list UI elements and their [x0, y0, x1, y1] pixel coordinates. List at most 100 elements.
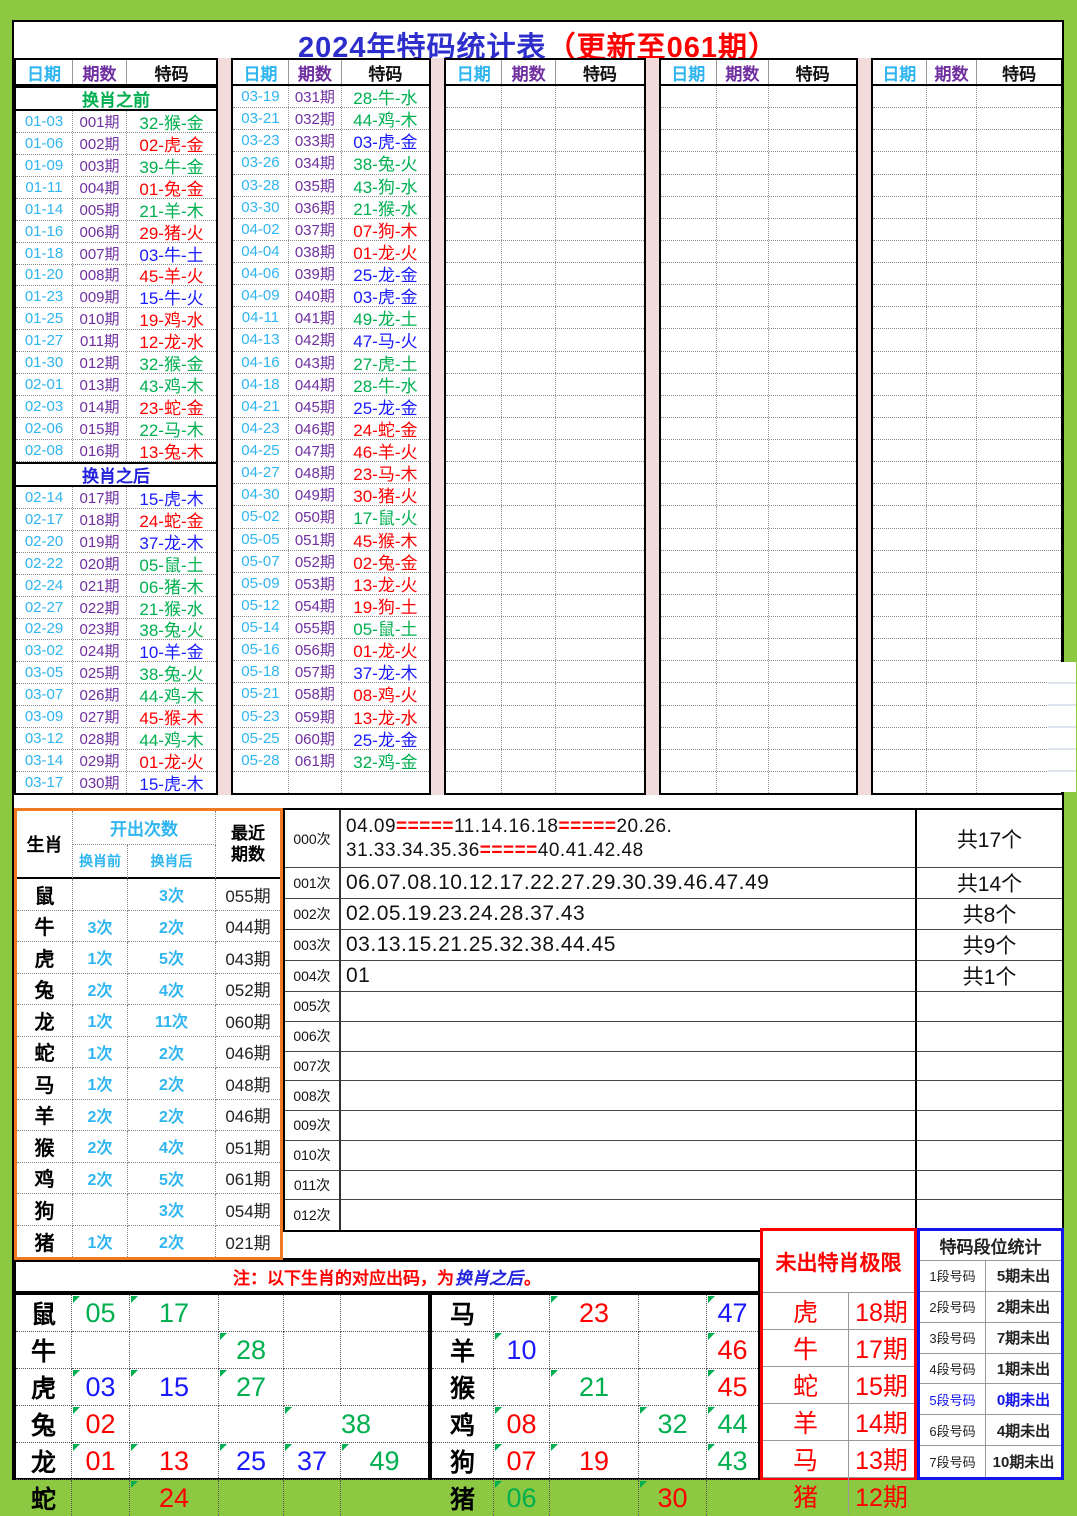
- zodiac-name: 牛: [16, 1332, 72, 1369]
- date-cell: [873, 374, 926, 395]
- code-cell: 25-龙-金: [340, 395, 429, 417]
- date-cell: 05-25: [241, 729, 280, 747]
- code-cell: 38-兔-火: [126, 618, 216, 640]
- code-cell: [554, 661, 644, 683]
- lottery-row: 02-29 023期 38-兔-火: [16, 618, 216, 641]
- lottery-row: 01-03 001期 32-猴-金: [16, 110, 216, 133]
- period-cell: 028期: [72, 728, 126, 750]
- date-cell: [873, 197, 926, 218]
- date-cell: [661, 506, 716, 527]
- lottery-row: 04-30 049期 30-猪-火: [233, 484, 429, 507]
- code-cell: 43-鸡-木: [126, 374, 216, 396]
- lottery-row: 02-01 013期 43-鸡-木: [16, 374, 216, 397]
- date-cell: 03-19: [241, 88, 280, 106]
- date-cell: [873, 241, 926, 262]
- empty-row: [446, 462, 644, 485]
- lottery-row: 03-07 026期 44-鸡-木: [16, 684, 216, 707]
- period-cell: 001期: [72, 110, 126, 132]
- period-cell: [925, 108, 977, 130]
- date-cell: [873, 329, 926, 350]
- frequency-count: 共1个: [917, 961, 1062, 992]
- code-cell: [976, 130, 1061, 152]
- code-cell: [976, 329, 1061, 351]
- number-cell: [494, 1369, 550, 1406]
- empty-row: [661, 440, 856, 463]
- period-cell: [715, 86, 769, 108]
- period-cell: 007期: [72, 242, 126, 264]
- period-cell: [501, 285, 554, 307]
- number-run: 03.13.15.21.25.32.38.44.45: [346, 933, 616, 957]
- empty-row: [661, 417, 856, 440]
- empty-row: [873, 240, 1061, 263]
- zodiac-name: 牛: [17, 910, 73, 942]
- period-cell: [925, 506, 977, 528]
- period-cell: 018期: [72, 508, 126, 530]
- period-cell: 008期: [72, 264, 126, 286]
- empty-row: [661, 617, 856, 640]
- period-cell: [925, 285, 977, 307]
- empty-row: [873, 749, 1061, 772]
- period-cell: [715, 749, 769, 771]
- number-cell: [72, 1480, 130, 1516]
- lottery-row: 03-28 035期 43-狗-水: [233, 174, 429, 197]
- code-cell: 21-猴-水: [126, 596, 216, 618]
- date-cell: [446, 661, 501, 682]
- number-cell: 46: [707, 1332, 758, 1369]
- period-cell: 039期: [287, 263, 341, 285]
- column-header-code: 特码: [340, 60, 429, 84]
- empty-row: [446, 263, 644, 286]
- date-cell: [661, 706, 716, 727]
- period-cell: [501, 218, 554, 240]
- zodiac-name: 蛇: [16, 1480, 72, 1516]
- date-cell: [873, 307, 926, 328]
- empty-row: [446, 395, 644, 418]
- period-cell: 059期: [287, 705, 341, 727]
- date-cell: 01-06: [24, 134, 64, 152]
- empty-row: [661, 528, 856, 551]
- code-cell: [554, 218, 644, 240]
- period-cell: 048期: [287, 462, 341, 484]
- code-cell: [768, 263, 856, 285]
- period-group: 日期 期数 特码: [659, 58, 858, 795]
- code-cell: [554, 240, 644, 262]
- empty-row: [873, 196, 1061, 219]
- frequency-label: 007次: [285, 1051, 341, 1082]
- zodiac-name: 鼠: [17, 879, 73, 911]
- number-run: 20.26.: [616, 816, 673, 838]
- period-cell: 043期: [287, 351, 341, 373]
- count-after-cell: 2次: [128, 1099, 216, 1131]
- date-cell: 03-07: [24, 686, 64, 704]
- lottery-row: 02-22 020期 05-鼠-土: [16, 552, 216, 575]
- number-cell: 06: [494, 1480, 550, 1516]
- date-cell: [446, 175, 501, 196]
- date-cell: [873, 175, 926, 196]
- code-cell: [768, 351, 856, 373]
- period-cell: 017期: [72, 486, 126, 508]
- code-cell: [768, 108, 856, 130]
- code-cell: 05-鼠-土: [126, 552, 216, 574]
- date-cell: 05-28: [241, 751, 280, 769]
- empty-row: [661, 661, 856, 684]
- date-cell: [661, 374, 716, 395]
- limit-zodiac: 羊: [763, 1404, 849, 1441]
- date-cell: [873, 551, 926, 572]
- period-cell: [501, 240, 554, 262]
- date-cell: 01-11: [25, 178, 63, 196]
- frequency-numbers: [341, 1200, 917, 1230]
- date-cell: [446, 639, 501, 660]
- date-cell: [446, 440, 501, 461]
- segment-value: 2期未出: [986, 1292, 1061, 1323]
- number-cell: [284, 1295, 341, 1332]
- number-cell: [707, 1480, 758, 1516]
- lottery-row: 03-02 024期 10-羊-金: [16, 640, 216, 663]
- code-cell: 13-龙-水: [340, 705, 429, 727]
- frequency-numbers: 01: [341, 961, 917, 992]
- empty-row: [873, 727, 1061, 750]
- date-cell: [661, 329, 716, 350]
- code-cell: 39-牛-金: [126, 154, 216, 176]
- date-cell: 03-23: [241, 132, 280, 150]
- period-cell: [715, 484, 769, 506]
- period-cell: [501, 108, 554, 130]
- recent-period-cell: 043期: [216, 942, 280, 974]
- code-cell: [554, 130, 644, 152]
